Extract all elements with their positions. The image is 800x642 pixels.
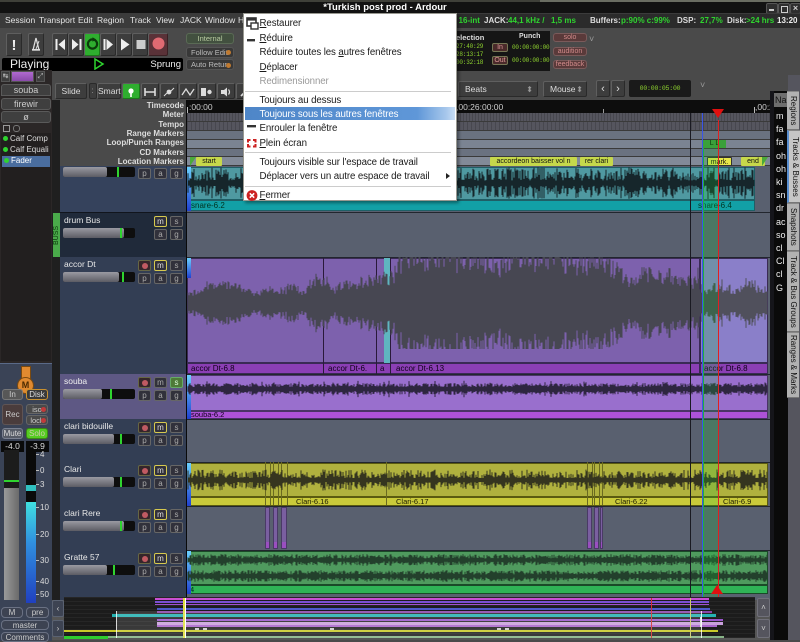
svg-text:!: ! (12, 37, 17, 54)
